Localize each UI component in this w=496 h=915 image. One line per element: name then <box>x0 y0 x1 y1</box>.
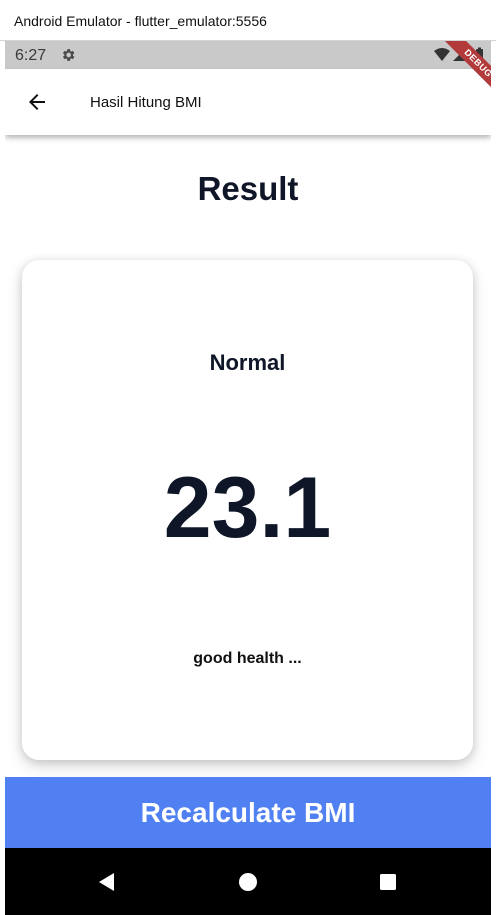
page-title: Result <box>197 170 299 207</box>
window-right-edge <box>491 41 496 915</box>
home-circle-icon <box>239 873 257 891</box>
battery-icon <box>476 49 483 61</box>
wifi-icon <box>434 48 450 61</box>
app-bar: Hasil Hitung BMI <box>5 69 491 135</box>
result-card: Normal 23.1 good health ... <box>22 260 473 760</box>
android-nav-bar <box>5 848 491 915</box>
signal-icon <box>453 48 466 61</box>
recalculate-bmi-button[interactable]: Recalculate BMI <box>5 777 491 848</box>
bmi-category-label: Normal <box>209 350 286 375</box>
bmi-value: 23.1 <box>163 460 332 556</box>
app-bar-title: Hasil Hitung BMI <box>90 94 202 111</box>
recalculate-bmi-label: Recalculate BMI <box>140 796 356 828</box>
gear-icon <box>63 49 75 61</box>
back-triangle-icon <box>99 873 114 891</box>
recents-square-icon <box>380 874 396 890</box>
phone-screen: 6:27 DEBUG Hasil Hitung BMI Result Norma… <box>5 41 491 915</box>
status-system-icons <box>434 47 483 61</box>
bmi-message: good health ... <box>193 650 302 667</box>
status-bar: 6:27 <box>5 41 491 69</box>
nav-home-button[interactable] <box>234 868 262 896</box>
emulator-window-titlebar: Android Emulator - flutter_emulator:5556 <box>0 0 496 41</box>
emulator-window-title: Android Emulator - flutter_emulator:5556 <box>14 13 267 29</box>
nav-recents-button[interactable] <box>374 868 402 896</box>
arrow-left-icon <box>29 94 45 110</box>
status-time: 6:27 <box>15 47 47 64</box>
nav-back-button[interactable] <box>93 868 121 896</box>
back-button[interactable] <box>21 86 53 118</box>
result-page-content: Result Normal 23.1 good health ... <box>5 135 491 777</box>
